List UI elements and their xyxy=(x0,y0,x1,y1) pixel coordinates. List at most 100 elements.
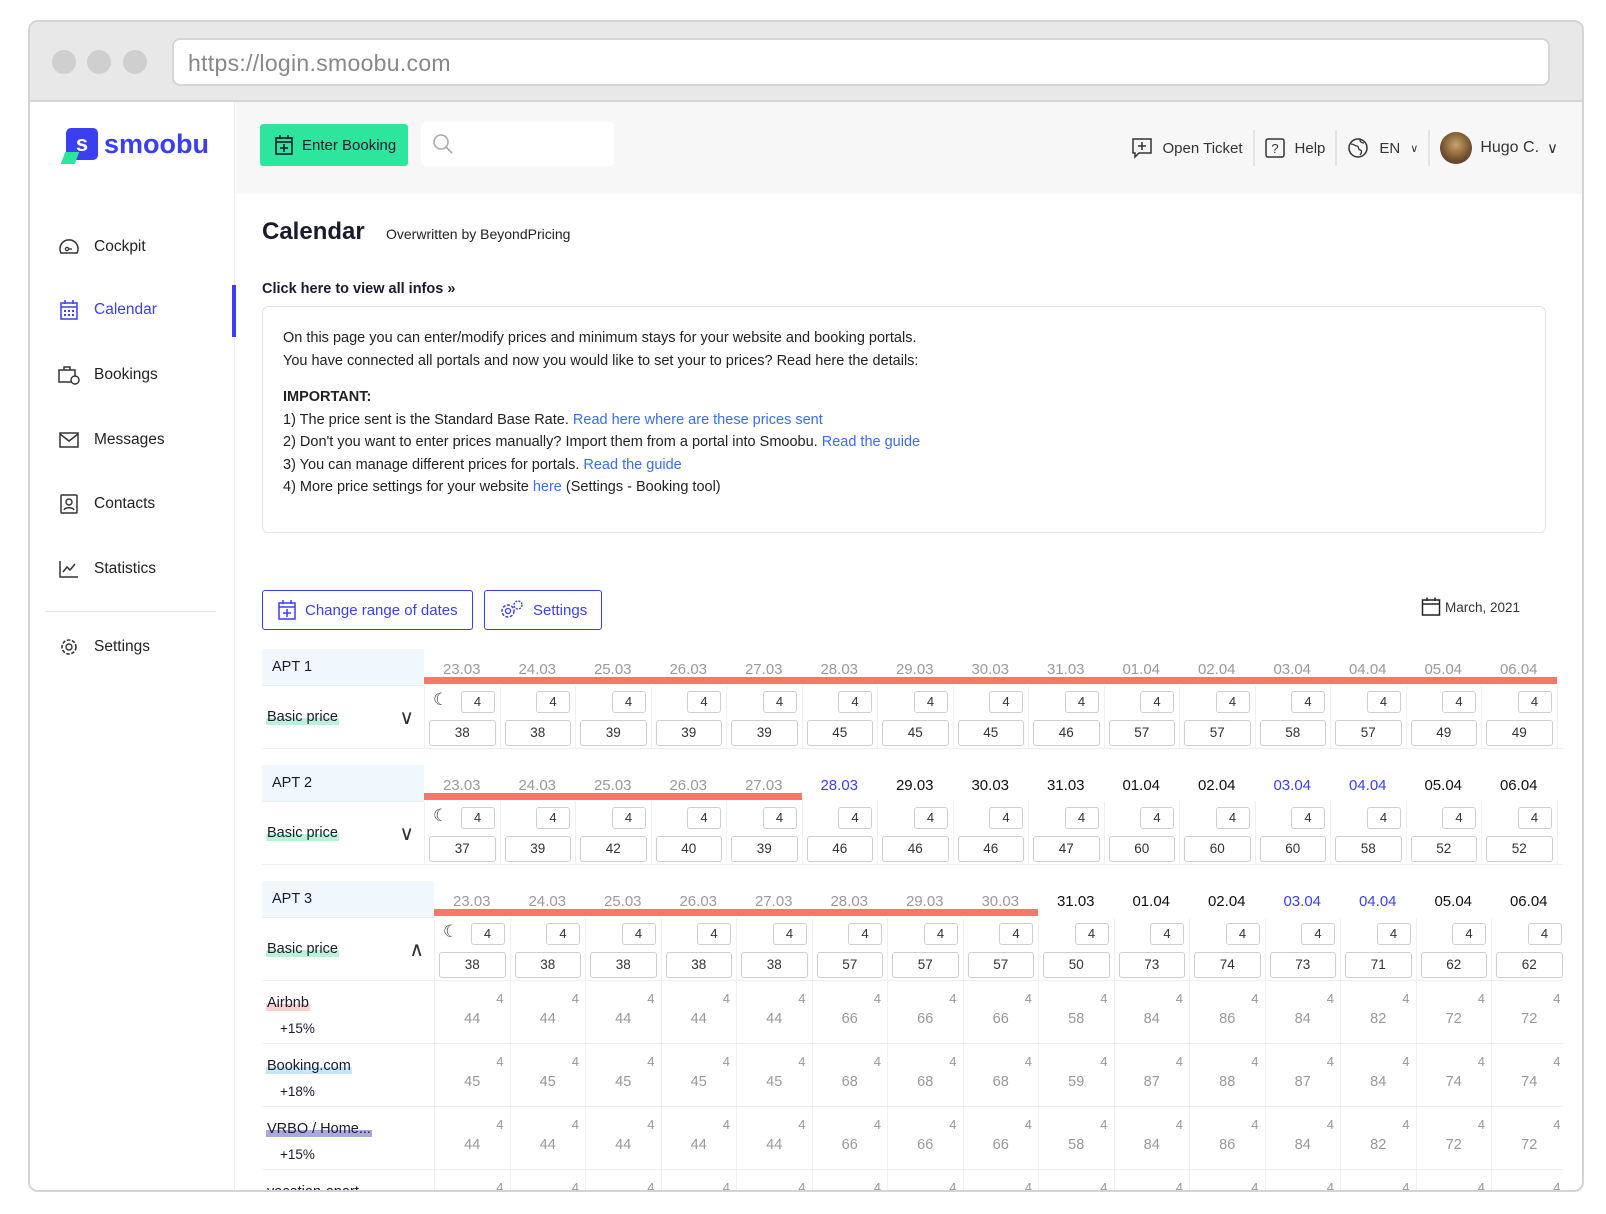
address-bar[interactable]: https://login.smoobu.com xyxy=(172,38,1550,86)
min-stay-input[interactable]: 4 xyxy=(536,691,570,713)
price-input[interactable]: 52 xyxy=(1410,836,1477,862)
view-all-infos-link[interactable]: Click here to view all infos » xyxy=(262,281,455,297)
portal-price-cell[interactable]: 4 66 xyxy=(962,981,1039,1043)
chevron-down-icon[interactable]: ∨ xyxy=(399,821,414,846)
price-input[interactable]: 57 xyxy=(816,952,883,978)
price-input[interactable]: 57 xyxy=(1335,720,1402,746)
website-settings-link[interactable]: here xyxy=(533,479,562,495)
min-stay-input[interactable]: 4 xyxy=(687,691,721,713)
apartment-name[interactable]: APT 3 xyxy=(262,881,434,918)
price-input[interactable]: 38 xyxy=(439,952,506,978)
min-stay-input[interactable]: 4 xyxy=(989,807,1023,829)
portal-price-cell[interactable]: 4 45 xyxy=(585,1044,661,1106)
price-input[interactable]: 39 xyxy=(504,836,571,862)
min-stay-input[interactable]: 4 xyxy=(687,807,721,829)
sidebar-item-contacts[interactable]: Contacts xyxy=(30,479,235,529)
date-cell[interactable]: 03.04 xyxy=(1265,881,1341,918)
price-input[interactable]: 38 xyxy=(514,952,581,978)
portal-price-cell[interactable]: 4 66 xyxy=(811,1107,888,1169)
min-stay-input[interactable]: 4 xyxy=(1215,807,1250,829)
portal-price-cell[interactable]: 4 xyxy=(585,1170,661,1190)
basic-price-label[interactable]: Basic price xyxy=(266,941,339,957)
min-stay-input[interactable]: 4 xyxy=(611,807,646,829)
portal-price-cell[interactable]: 4 xyxy=(1415,1170,1492,1190)
smoobu-logo[interactable]: s smoobu xyxy=(66,128,209,160)
portal-price-cell[interactable]: 4 68 xyxy=(962,1044,1039,1106)
import-guide-link[interactable]: Read the guide xyxy=(822,434,920,450)
date-cell[interactable]: 30.03 xyxy=(953,765,1029,802)
min-stay-input[interactable]: 4 xyxy=(1517,807,1552,829)
date-cell[interactable]: 06.04 xyxy=(1491,881,1563,918)
min-stay-input[interactable]: 4 xyxy=(1442,807,1476,829)
min-stay-input[interactable]: 4 xyxy=(536,807,570,829)
price-input[interactable]: 57 xyxy=(967,952,1034,978)
portal-price-cell[interactable]: 4 45 xyxy=(736,1044,812,1106)
portal-price-cell[interactable]: 4 xyxy=(660,1170,737,1190)
min-stay-input[interactable]: 4 xyxy=(1452,923,1486,945)
portal-price-cell[interactable]: 4 72 xyxy=(1491,1107,1563,1169)
date-cell[interactable]: 04.04 xyxy=(1340,881,1416,918)
price-input[interactable]: 39 xyxy=(731,836,798,862)
price-input[interactable]: 38 xyxy=(590,952,657,978)
min-stay-input[interactable]: 4 xyxy=(1064,807,1099,829)
portal-price-cell[interactable]: 4 59 xyxy=(1038,1044,1114,1106)
sidebar-item-messages[interactable]: Messages xyxy=(30,415,235,465)
price-input[interactable]: 73 xyxy=(1118,952,1185,978)
sidebar-item-bookings[interactable]: Bookings xyxy=(30,350,235,400)
min-stay-input[interactable]: 4 xyxy=(838,691,872,713)
price-input[interactable]: 58 xyxy=(1335,836,1402,862)
min-stay-input[interactable]: 4 xyxy=(772,923,807,945)
date-cell[interactable]: 02.04 xyxy=(1179,765,1255,802)
min-stay-input[interactable]: 4 xyxy=(923,923,958,945)
price-input[interactable]: 49 xyxy=(1410,720,1477,746)
change-range-button[interactable]: Change range of dates xyxy=(262,590,473,630)
min-stay-input[interactable]: 4 xyxy=(1376,923,1411,945)
min-stay-input[interactable]: 4 xyxy=(460,807,495,829)
date-cell[interactable]: 05.04 xyxy=(1406,765,1482,802)
portal-price-cell[interactable]: 4 86 xyxy=(1189,1107,1265,1169)
min-stay-input[interactable]: 4 xyxy=(1064,691,1099,713)
portal-price-cell[interactable]: 4 xyxy=(811,1170,888,1190)
minimize-window-dot[interactable] xyxy=(87,50,111,74)
min-stay-input[interactable]: 4 xyxy=(1140,691,1174,713)
price-input[interactable]: 57 xyxy=(892,952,959,978)
price-input[interactable]: 73 xyxy=(1269,952,1336,978)
portal-price-cell[interactable]: 4 68 xyxy=(811,1044,888,1106)
portal-price-cell[interactable]: 4 44 xyxy=(736,1107,812,1169)
sidebar-item-calendar[interactable]: Calendar xyxy=(30,285,236,337)
portal-name[interactable]: VRBO / Home... xyxy=(266,1121,372,1137)
min-stay-input[interactable]: 4 xyxy=(1215,691,1250,713)
min-stay-input[interactable]: 4 xyxy=(762,807,797,829)
chevron-up-icon[interactable]: ∧ xyxy=(409,937,424,962)
portal-price-cell[interactable]: 4 84 xyxy=(1340,1044,1416,1106)
portal-price-cell[interactable]: 4 84 xyxy=(1113,1107,1190,1169)
date-cell[interactable]: 28.03 xyxy=(802,765,878,802)
portal-price-cell[interactable]: 4 72 xyxy=(1415,981,1492,1043)
portal-price-cell[interactable]: 4 xyxy=(887,1170,963,1190)
min-stay-input[interactable]: 4 xyxy=(1527,923,1562,945)
min-stay-input[interactable]: 4 xyxy=(913,807,948,829)
price-input[interactable]: 49 xyxy=(1486,720,1553,746)
price-input[interactable]: 57 xyxy=(1184,720,1251,746)
portal-price-cell[interactable]: 4 xyxy=(1491,1170,1563,1190)
portal-price-cell[interactable]: 4 xyxy=(1113,1170,1190,1190)
price-input[interactable]: 52 xyxy=(1486,836,1553,862)
price-input[interactable]: 46 xyxy=(957,836,1024,862)
price-input[interactable]: 71 xyxy=(1345,952,1412,978)
date-cell[interactable]: 04.04 xyxy=(1330,765,1406,802)
portal-price-cell[interactable]: 4 44 xyxy=(660,981,737,1043)
portal-price-cell[interactable]: 4 xyxy=(962,1170,1039,1190)
min-stay-input[interactable]: 4 xyxy=(848,923,882,945)
min-stay-input[interactable]: 4 xyxy=(1150,923,1184,945)
portal-price-cell[interactable]: 4 87 xyxy=(1264,1044,1341,1106)
min-stay-input[interactable]: 4 xyxy=(1140,807,1174,829)
price-input[interactable]: 60 xyxy=(1108,836,1175,862)
portal-price-cell[interactable]: 4 86 xyxy=(1189,981,1265,1043)
basic-price-label[interactable]: Basic price xyxy=(266,709,339,725)
apartment-name[interactable]: APT 2 xyxy=(262,765,424,802)
blocked-period-bar[interactable] xyxy=(424,793,802,800)
min-stay-input[interactable]: 4 xyxy=(546,923,580,945)
portal-price-cell[interactable]: 4 72 xyxy=(1415,1107,1492,1169)
min-stay-input[interactable]: 4 xyxy=(913,691,948,713)
price-input[interactable]: 38 xyxy=(429,720,496,746)
